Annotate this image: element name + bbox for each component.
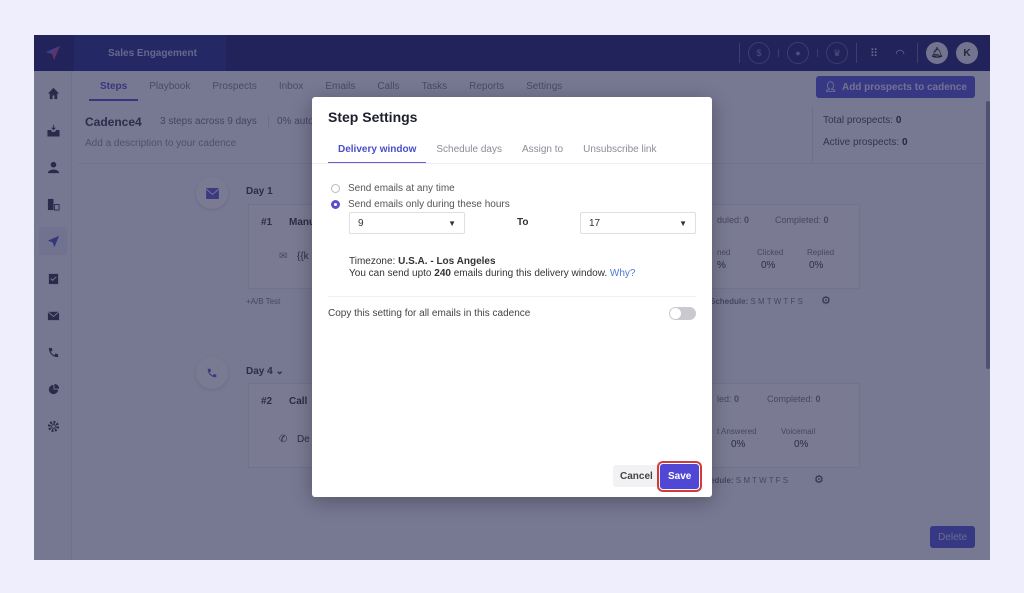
radio-label: Send emails only during these hours bbox=[348, 199, 510, 210]
why-link[interactable]: Why? bbox=[610, 268, 636, 279]
step-settings-modal: Step Settings Delivery window Schedule d… bbox=[312, 97, 712, 497]
copy-setting-toggle[interactable] bbox=[669, 307, 696, 320]
radio-any-time[interactable]: Send emails at any time bbox=[331, 183, 455, 194]
quota-suffix: emails during this delivery window. bbox=[453, 268, 608, 279]
radio-button[interactable] bbox=[331, 200, 340, 209]
caret-down-icon: ▼ bbox=[679, 218, 687, 228]
from-hour-select[interactable]: 9 ▼ bbox=[349, 212, 465, 234]
from-hour-value: 9 bbox=[358, 217, 364, 229]
tab-assign-to[interactable]: Assign to bbox=[512, 137, 573, 164]
to-hour-value: 17 bbox=[589, 217, 601, 229]
radio-button[interactable] bbox=[331, 184, 340, 193]
divider bbox=[328, 296, 696, 297]
tab-delivery-window[interactable]: Delivery window bbox=[328, 137, 427, 164]
radio-label: Send emails at any time bbox=[348, 183, 455, 194]
tab-unsubscribe-link[interactable]: Unsubscribe link bbox=[573, 137, 666, 164]
quota-count: 240 bbox=[434, 268, 451, 279]
timezone-info: Timezone: U.S.A. - Los Angeles bbox=[349, 256, 496, 267]
quota-prefix: You can send upto bbox=[349, 268, 432, 279]
radio-during-hours[interactable]: Send emails only during these hours bbox=[331, 199, 510, 210]
save-button[interactable]: Save bbox=[656, 461, 703, 492]
caret-down-icon: ▼ bbox=[448, 218, 456, 228]
toggle-knob bbox=[670, 308, 681, 319]
modal-title: Step Settings bbox=[328, 109, 418, 125]
to-label: To bbox=[517, 217, 529, 228]
timezone-value: U.S.A. - Los Angeles bbox=[398, 256, 496, 267]
copy-setting-label: Copy this setting for all emails in this… bbox=[328, 308, 531, 319]
to-hour-select[interactable]: 17 ▼ bbox=[580, 212, 696, 234]
tab-schedule-days[interactable]: Schedule days bbox=[426, 137, 512, 164]
cancel-button[interactable]: Cancel bbox=[613, 465, 660, 487]
quota-info: You can send upto 240 emails during this… bbox=[349, 268, 635, 279]
modal-tabs: Delivery window Schedule days Assign to … bbox=[328, 137, 666, 164]
divider bbox=[312, 163, 712, 164]
timezone-label: Timezone: bbox=[349, 256, 396, 267]
